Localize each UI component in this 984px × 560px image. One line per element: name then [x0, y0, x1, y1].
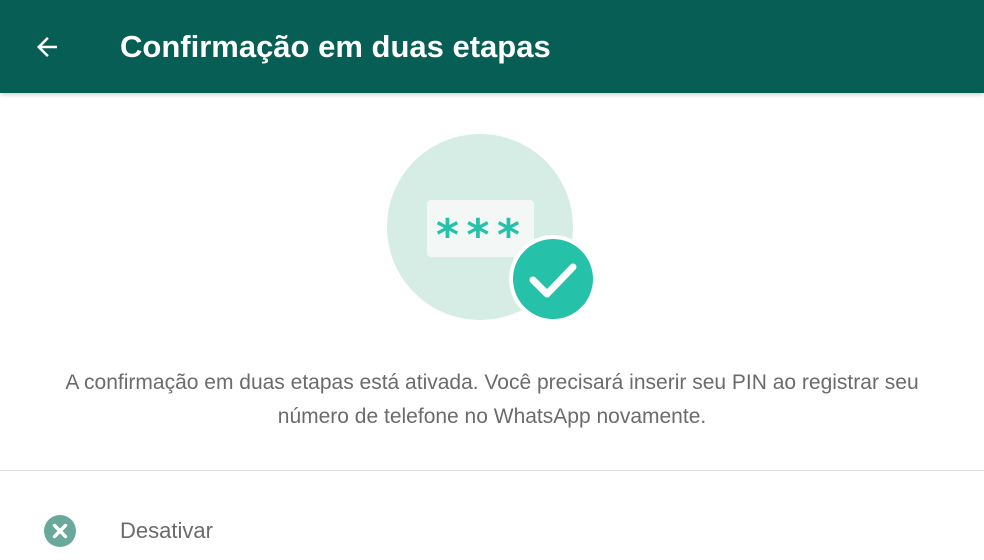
arrow-back-icon [37, 37, 57, 57]
check-badge [513, 239, 593, 319]
disable-label: Desativar [120, 518, 213, 543]
page-title: Confirmação em duas etapas [120, 29, 551, 64]
close-circle-icon [44, 515, 76, 547]
pin-mask-text: *** [434, 210, 525, 261]
two-step-verification-screen: Confirmação em duas etapas *** A confirm… [0, 0, 984, 560]
app-bar: Confirmação em duas etapas [0, 0, 984, 93]
disable-button[interactable]: Desativar [0, 471, 984, 560]
pin-check-illustration: *** [385, 133, 600, 328]
status-description: A confirmação em duas etapas está ativad… [65, 371, 919, 428]
back-button[interactable] [22, 22, 72, 72]
